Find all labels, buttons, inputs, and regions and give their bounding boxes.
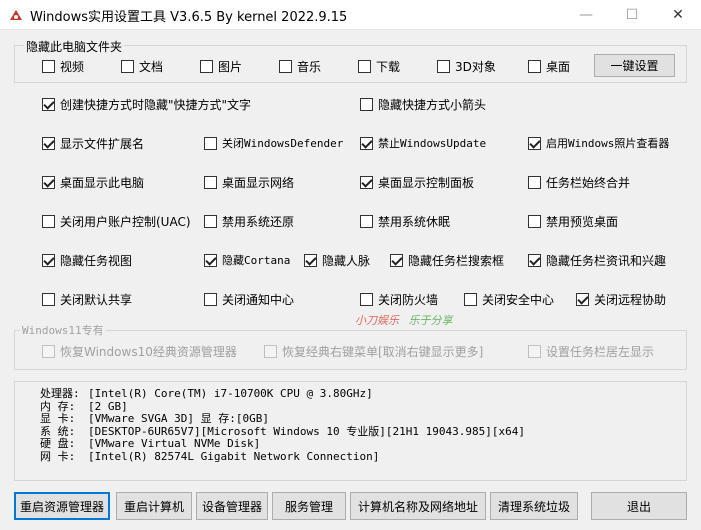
checkbox-hide-task-view[interactable]: 隐藏任务视图 [42, 252, 132, 268]
checkbox-hide-downloads[interactable]: 下载 [358, 58, 400, 74]
device-manager-button[interactable]: 设备管理器 [196, 492, 268, 520]
system-info: 处理器: [Intel(R) Core(TM) i7-10700K CPU @ 3… [40, 387, 525, 463]
checkbox-enable-photo-viewer[interactable]: 启用Windows照片查看器 [528, 135, 669, 151]
checkbox-box[interactable] [42, 175, 55, 189]
close-button[interactable]: ✕ [655, 0, 701, 30]
checkbox-box[interactable] [204, 214, 217, 228]
checkbox-hide-music[interactable]: 音乐 [279, 58, 321, 74]
maximize-button[interactable]: ☐ [609, 0, 655, 30]
checkbox-disable-notification-center[interactable]: 关闭通知中心 [204, 291, 294, 307]
checkbox-taskbar-always-combine[interactable]: 任务栏始终合并 [528, 174, 630, 190]
checkbox-disable-peek-desktop[interactable]: 禁用预览桌面 [528, 213, 618, 229]
checkbox-hide-shortcut-text[interactable]: 创建快捷方式时隐藏"快捷方式"文字 [42, 96, 251, 112]
checkbox-box[interactable] [360, 175, 373, 189]
checkbox-desktop-show-control-panel[interactable]: 桌面显示控制面板 [360, 174, 474, 190]
checkbox-box[interactable] [279, 59, 292, 73]
checkbox-box[interactable] [528, 253, 541, 267]
checkbox-box[interactable] [390, 253, 403, 267]
checkbox-hide-desktop[interactable]: 桌面 [528, 58, 570, 74]
checkbox-restore-win10-explorer[interactable]: 恢复Windows10经典资源管理器 [42, 343, 237, 359]
exit-button[interactable]: 退出 [591, 492, 687, 520]
checkbox-desktop-show-this-pc[interactable]: 桌面显示此电脑 [42, 174, 144, 190]
checkbox-box[interactable] [358, 59, 371, 73]
hide-folders-group-title: 隐藏此电脑文件夹 [24, 38, 125, 55]
info-row-gpu: 显 卡: [VMware SVGA 3D] 显 存:[0GB] [40, 412, 269, 425]
checkbox-hide-taskbar-search[interactable]: 隐藏任务栏搜索框 [390, 252, 504, 268]
checkbox-box[interactable] [360, 97, 373, 111]
checkbox-box[interactable] [204, 175, 217, 189]
checkbox-box[interactable] [42, 344, 55, 358]
checkbox-disable-default-share[interactable]: 关闭默认共享 [42, 291, 132, 307]
checkbox-disable-firewall[interactable]: 关闭防火墙 [360, 291, 438, 307]
checkbox-box[interactable] [528, 175, 541, 189]
checkbox-box[interactable] [528, 59, 541, 73]
windows11-group-title: Windows11专有 [20, 322, 106, 338]
checkbox-disable-uac[interactable]: 关闭用户账户控制(UAC) [42, 213, 191, 229]
checkbox-box[interactable] [42, 97, 55, 111]
checkbox-hide-pictures[interactable]: 图片 [200, 58, 242, 74]
checkbox-hide-news-interests[interactable]: 隐藏任务栏资讯和兴趣 [528, 252, 666, 268]
checkbox-taskbar-align-left[interactable]: 设置任务栏居左显示 [528, 343, 654, 359]
checkbox-box[interactable] [42, 292, 55, 306]
checkbox-disable-windows-defender[interactable]: 关闭WindowsDefender [204, 135, 343, 151]
checkbox-hide-documents[interactable]: 文档 [121, 58, 163, 74]
watermark: 小刀娱乐 乐于分享 [355, 314, 453, 327]
checkbox-disable-system-restore[interactable]: 禁用系统还原 [204, 213, 294, 229]
checkbox-hide-cortana[interactable]: 隐藏Cortana [204, 252, 290, 268]
checkbox-disable-windows-update[interactable]: 禁止WindowsUpdate [360, 135, 486, 151]
checkbox-hide-shortcut-arrow[interactable]: 隐藏快捷方式小箭头 [360, 96, 486, 112]
checkbox-box[interactable] [528, 214, 541, 228]
checkbox-box[interactable] [528, 136, 541, 150]
checkbox-box[interactable] [42, 214, 55, 228]
info-row-cpu: 处理器: [Intel(R) Core(TM) i7-10700K CPU @ 3… [40, 387, 373, 400]
computer-name-network-button[interactable]: 计算机名称及网络地址 [350, 492, 486, 520]
restart-computer-button[interactable]: 重启计算机 [116, 492, 192, 520]
checkbox-hide-3d-objects[interactable]: 3D对象 [437, 58, 496, 74]
checkbox-box[interactable] [42, 136, 55, 150]
checkbox-box[interactable] [360, 292, 373, 306]
checkbox-box[interactable] [121, 59, 134, 73]
checkbox-show-file-extensions[interactable]: 显示文件扩展名 [42, 135, 144, 151]
info-row-disk: 硬 盘: [VMware Virtual NVMe Disk] [40, 437, 261, 450]
checkbox-box[interactable] [204, 136, 217, 150]
minimize-button[interactable]: — [563, 0, 609, 30]
checkbox-box[interactable] [360, 214, 373, 228]
checkbox-hide-videos[interactable]: 视频 [42, 58, 84, 74]
restart-explorer-button[interactable]: 重启资源管理器 [14, 492, 110, 520]
checkbox-restore-classic-context-menu[interactable]: 恢复经典右键菜单[取消右键显示更多] [264, 343, 483, 359]
checkbox-box[interactable] [360, 136, 373, 150]
checkbox-box[interactable] [528, 344, 541, 358]
title-bar: Windows实用设置工具 V3.6.5 By kernel 2022.9.15… [0, 0, 701, 30]
checkbox-box[interactable] [437, 59, 450, 73]
checkbox-box[interactable] [204, 292, 217, 306]
checkbox-box[interactable] [464, 292, 477, 306]
checkbox-box[interactable] [204, 253, 217, 267]
checkbox-box[interactable] [42, 59, 55, 73]
window-title: Windows实用设置工具 V3.6.5 By kernel 2022.9.15 [30, 10, 348, 25]
info-row-network: 网 卡: [Intel(R) 82574L Gigabit Network Con… [40, 449, 380, 463]
checkbox-desktop-show-network[interactable]: 桌面显示网络 [204, 174, 294, 190]
checkbox-box[interactable] [42, 253, 55, 267]
checkbox-box[interactable] [264, 344, 277, 358]
checkbox-box[interactable] [576, 292, 589, 306]
checkbox-box[interactable] [200, 59, 213, 73]
one-click-setup-button[interactable]: 一键设置 [594, 54, 675, 77]
app-logo-icon [10, 10, 22, 20]
checkbox-hide-people[interactable]: 隐藏人脉 [304, 252, 370, 268]
checkbox-disable-hibernate[interactable]: 禁用系统休眠 [360, 213, 450, 229]
checkbox-disable-security-center[interactable]: 关闭安全中心 [464, 291, 554, 307]
checkbox-box[interactable] [304, 253, 317, 267]
checkbox-disable-remote-assistance[interactable]: 关闭远程协助 [576, 291, 666, 307]
service-manager-button[interactable]: 服务管理 [272, 492, 346, 520]
clean-system-junk-button[interactable]: 清理系统垃圾 [490, 492, 578, 520]
